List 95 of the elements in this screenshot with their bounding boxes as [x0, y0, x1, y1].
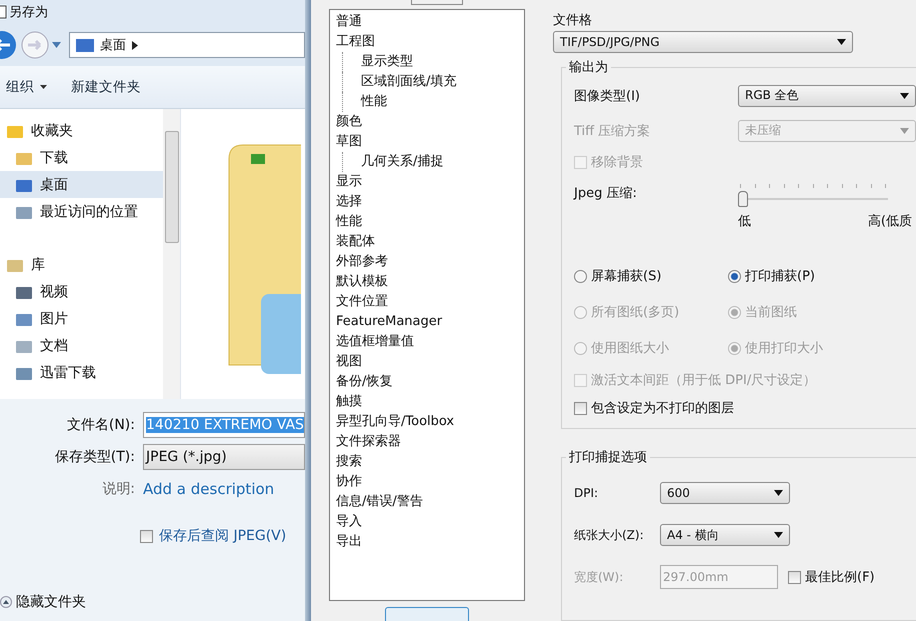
scrollbar[interactable]	[163, 109, 180, 399]
tree-item[interactable]: 触摸	[336, 392, 524, 412]
caret-icon	[837, 39, 846, 45]
address-bar[interactable]: 桌面	[69, 32, 305, 58]
chevron-icon	[132, 40, 138, 50]
tree-item[interactable]: 选值框增量值	[336, 332, 524, 352]
tree-item[interactable]: 备份/恢复	[336, 372, 524, 392]
caret-icon	[774, 490, 783, 496]
nav-item[interactable]: 迅雷下载	[0, 359, 163, 386]
nav-item[interactable]: 视频	[0, 278, 163, 305]
radio-label: 当前图纸	[745, 304, 797, 321]
tree-item[interactable]: 显示类型	[342, 52, 524, 72]
nav-item[interactable]: 图片	[0, 305, 163, 332]
tree-item[interactable]: 默认模板	[336, 272, 524, 292]
field-label: 说明:	[101, 480, 136, 498]
tree-item[interactable]: 搜索	[336, 452, 524, 472]
caret-icon	[900, 92, 909, 98]
best-scale-checkbox[interactable]: 最佳比例(F)	[788, 563, 875, 591]
tree-item[interactable]: 装配体	[336, 232, 524, 252]
tree-item[interactable]: 协作	[336, 472, 524, 492]
nav-item[interactable]: 桌面	[0, 171, 163, 198]
tree-item[interactable]: 导入	[336, 512, 524, 532]
field-label: 文件格	[553, 12, 593, 30]
caret-icon	[40, 85, 47, 90]
field-label: DPI:	[574, 486, 600, 500]
tree-item[interactable]: 视图	[336, 352, 524, 372]
caret-icon	[900, 128, 909, 134]
tree-item[interactable]: 工程图	[336, 32, 524, 52]
hide-folders-button[interactable]: 隐藏文件夹	[0, 593, 86, 611]
group-title: 打印捕捉选项	[566, 448, 650, 466]
radio-button[interactable]	[728, 270, 741, 282]
folder-icon	[7, 124, 23, 138]
nav-item[interactable]: 最近访问的位置	[0, 198, 163, 225]
slider-min-label: 低	[738, 213, 751, 230]
folder-icon	[16, 312, 32, 326]
radio-label: 所有图纸(多页)	[591, 304, 680, 321]
toolbar-button[interactable]: 组织	[2, 76, 51, 98]
history-dropdown-icon[interactable]	[52, 42, 61, 48]
tree-item[interactable]: 性能	[336, 212, 524, 232]
field-label: 宽度(W):	[574, 568, 624, 586]
dpi-dropdown[interactable]: 600	[660, 482, 790, 504]
address-text: 桌面	[100, 37, 126, 54]
folder-icon	[16, 284, 32, 298]
window-title: 另存为	[9, 4, 48, 21]
tree-item[interactable]: 信息/错误/警告	[336, 492, 524, 512]
folder-icon	[16, 150, 32, 164]
folder-icon	[16, 204, 32, 218]
toolbar-button[interactable]: 新建文件夹	[67, 76, 145, 98]
nav-item[interactable]: 收藏夹	[0, 117, 163, 144]
field-label: 文件名(N):	[66, 416, 136, 434]
folder-icon	[16, 338, 32, 352]
field-label: 纸张大小(Z):	[574, 526, 645, 544]
description-link[interactable]: Add a description	[143, 480, 274, 498]
nav-item[interactable]: 文档	[0, 332, 163, 359]
paper-size-dropdown[interactable]: A4 - 横向	[660, 524, 790, 546]
nav-item[interactable]: 下载	[0, 144, 163, 171]
image-type-dropdown[interactable]: RGB 全色	[738, 84, 916, 106]
desktop-icon	[76, 38, 94, 52]
radio-label: 屏幕捕获(S)	[591, 268, 662, 285]
field-label: Tiff 压缩方案	[574, 122, 652, 140]
folder-icon	[16, 366, 32, 380]
dialog-button[interactable]	[385, 607, 469, 621]
caret-icon	[774, 532, 783, 538]
nav-item[interactable]: 库	[0, 251, 163, 278]
radio-label: 使用打印大小	[745, 340, 823, 357]
tree-item[interactable]: 普通	[336, 12, 524, 32]
file-type-dropdown[interactable]: JPEG (*.jpg)	[143, 444, 305, 470]
tree-item[interactable]: 区域剖面线/填充	[342, 72, 524, 92]
format-dropdown[interactable]: TIF/PSD/JPG/PNG	[553, 31, 853, 53]
tree-item[interactable]: 导出	[336, 532, 524, 552]
radio-label: 打印捕获(P)	[745, 268, 815, 285]
slider-thumb[interactable]	[738, 191, 748, 207]
tree-item[interactable]: 异型孔向导/Toolbox	[336, 412, 524, 432]
group-title: 输出为	[566, 58, 611, 76]
folder-icon	[16, 178, 32, 192]
radio-button[interactable]	[574, 270, 587, 282]
field-label: 保存类型(T):	[54, 448, 136, 466]
tree-item[interactable]: FeatureManager	[336, 312, 524, 332]
view-after-save-checkbox[interactable]: 保存后查阅 JPEG(V)	[140, 527, 305, 545]
forward-button[interactable]	[20, 30, 50, 60]
field-label: 图像类型(I)	[574, 88, 641, 104]
field-label: Jpeg 压缩:	[574, 185, 638, 202]
radio-label: 使用图纸大小	[591, 340, 669, 357]
option-checkbox[interactable]: 包含设定为不打印的图层	[574, 394, 916, 422]
slider-max-label: 高(低质	[868, 213, 912, 230]
tree-item[interactable]: 草图	[336, 132, 524, 152]
tree-item[interactable]: 颜色	[336, 112, 524, 132]
tree-item[interactable]: 文件位置	[336, 292, 524, 312]
folder-icon	[7, 258, 23, 272]
tree-item[interactable]: 选择	[336, 192, 524, 212]
tree-item[interactable]: 外部参考	[336, 252, 524, 272]
tree-item[interactable]: 几何关系/捕捉	[342, 152, 524, 172]
tree-item[interactable]: 性能	[342, 92, 524, 112]
tree-item[interactable]: 显示	[336, 172, 524, 192]
tree-item[interactable]: 文件探索器	[336, 432, 524, 452]
